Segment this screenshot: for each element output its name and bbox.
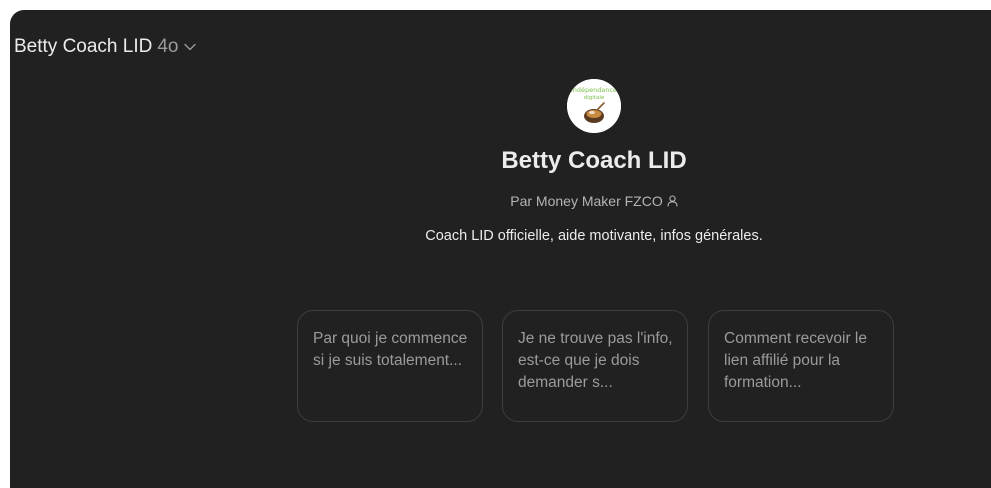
- chat-window: Betty Coach LID 4o indépendance digitale…: [10, 10, 991, 488]
- author-label: Par Money Maker FZCO: [510, 193, 663, 209]
- gpt-name-label: Betty Coach LID: [14, 36, 153, 57]
- gpt-title: Betty Coach LID: [501, 147, 687, 174]
- avatar-text-line1: indépendance: [571, 86, 617, 94]
- author-line: Par Money Maker FZCO: [10, 193, 991, 210]
- chevron-down-icon: [184, 43, 197, 51]
- conversation-starter-button[interactable]: Par quoi je commence si je suis totaleme…: [297, 310, 483, 422]
- conversation-starter-button[interactable]: Comment recevoir le lien affilié pour la…: [708, 310, 894, 422]
- model-selector[interactable]: Betty Coach LID 4o: [14, 36, 197, 58]
- person-icon: [667, 194, 678, 210]
- gpt-description: Coach LID officielle, aide motivante, in…: [425, 228, 763, 244]
- conversation-starter-button[interactable]: Je ne trouve pas l'info, est-ce que je d…: [502, 310, 688, 422]
- model-version-label: 4o: [157, 36, 179, 57]
- gpt-avatar: indépendance digitale: [567, 79, 621, 133]
- avatar-text-line2: digitale: [584, 95, 605, 101]
